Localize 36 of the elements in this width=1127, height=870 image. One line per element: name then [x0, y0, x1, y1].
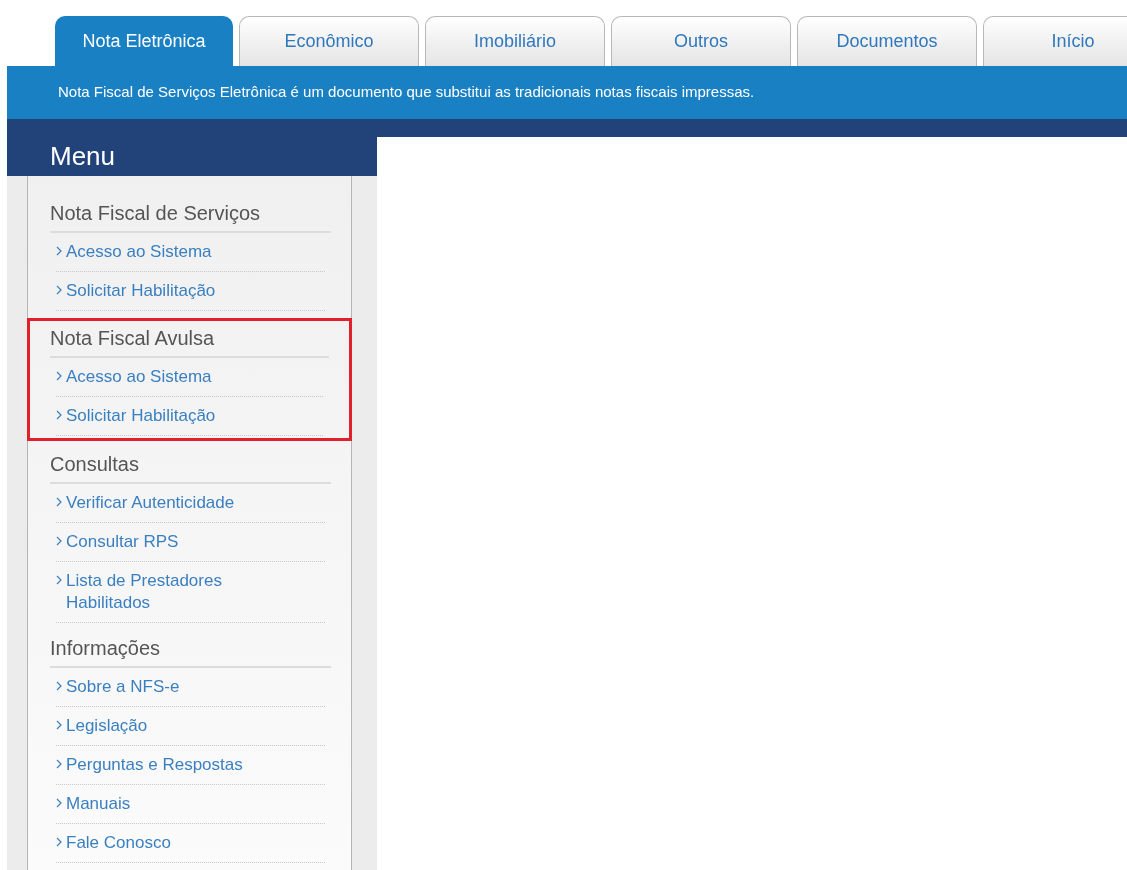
section-heading: Nota Fiscal de Serviços [50, 196, 331, 233]
tab[interactable]: Início [983, 16, 1127, 66]
menu-link[interactable]: Solicitar Habilitação [66, 280, 216, 302]
menu-link[interactable]: Solicitar Habilitação [66, 405, 216, 427]
menu-link[interactable]: Legislação [66, 715, 148, 737]
menu-link[interactable]: Perguntas e Respostas [66, 754, 243, 776]
menu-link[interactable]: Manuais [66, 793, 131, 815]
chevron-icon [56, 798, 62, 808]
section-heading: Nota Fiscal Avulsa [50, 321, 329, 358]
chevron-icon [56, 246, 62, 256]
menu-link[interactable]: Acesso ao Sistema [66, 366, 212, 388]
chevron-icon [56, 410, 62, 420]
chevron-icon [56, 497, 62, 507]
menu-link[interactable]: Consultar RPS [66, 531, 179, 553]
tab[interactable]: Documentos [797, 16, 977, 66]
chevron-icon [56, 681, 62, 691]
section-heading: Informações [50, 631, 331, 668]
menu-header: Menu [7, 137, 377, 176]
chevron-icon [56, 285, 62, 295]
tab[interactable]: Outros [611, 16, 791, 66]
chevron-icon [56, 720, 62, 730]
banner-text: Nota Fiscal de Serviços Eletrônica é um documento que substitui as tradicionais notas fiscais impressas. [58, 82, 755, 103]
chevron-icon [56, 575, 62, 585]
tab[interactable]: Econômico [239, 16, 419, 66]
menu-link[interactable]: Acesso ao Sistema [66, 241, 212, 263]
tab[interactable]: Nota Eletrônica [55, 16, 233, 66]
chevron-icon [56, 536, 62, 546]
chevron-icon [56, 837, 62, 847]
menu-link[interactable]: Lista de Prestadores Habilitados [66, 570, 281, 614]
menu-link[interactable]: Verificar Autenticidade [66, 492, 235, 514]
tab[interactable]: Imobiliário [425, 16, 605, 66]
section-heading: Consultas [50, 447, 331, 484]
menu-link[interactable]: Sobre a NFS-e [66, 676, 180, 698]
chevron-icon [56, 371, 62, 381]
chevron-icon [56, 759, 62, 769]
menu-link[interactable]: Fale Conosco [66, 832, 171, 854]
